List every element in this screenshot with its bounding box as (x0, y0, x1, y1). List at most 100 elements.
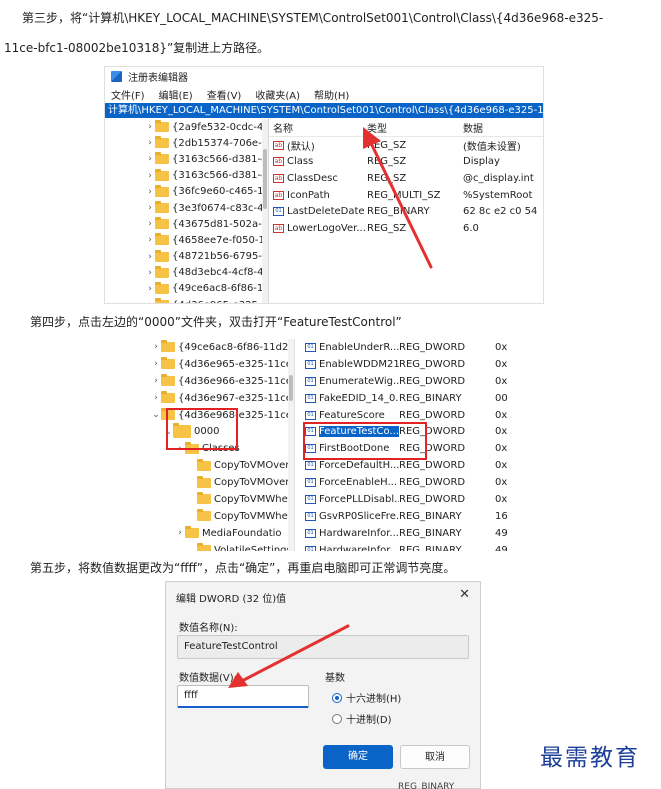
menu-favorites[interactable]: 收藏夹(A) (255, 87, 300, 102)
radio-decimal-dot[interactable] (332, 713, 342, 724)
chevron-right-icon[interactable]: › (145, 138, 155, 148)
value-type: REG_DWORD (399, 358, 466, 370)
chevron-right-icon[interactable]: › (145, 171, 155, 181)
folder-icon (155, 152, 169, 165)
value-name: EnableUnderR... (319, 341, 399, 353)
value-row[interactable]: 01 ForceEnableH... REG_DWORD 0x (303, 474, 511, 491)
tree-item[interactable]: › {4d36e965-e325-11ce- (145, 356, 294, 373)
tree-item[interactable]: › {4d36e966-e325-11ce- (145, 373, 294, 390)
radio-hex-dot[interactable] (332, 692, 342, 703)
chevron-right-icon[interactable]: › (145, 252, 155, 262)
folder-icon (197, 543, 211, 551)
tree-item[interactable]: CopyToVMWher (145, 508, 294, 525)
chevron-right-icon[interactable]: › (145, 154, 155, 164)
value-type: REG_DWORD (399, 341, 466, 353)
value-row[interactable]: 01 EnableUnderR... REG_DWORD 0x (303, 339, 511, 356)
cancel-button[interactable]: 取消 (400, 745, 470, 769)
tree-item[interactable]: › {49ce6ac8-6f86-11d2- (145, 339, 294, 356)
value-data: 0x (495, 477, 508, 489)
value-type: REG_DWORD (399, 477, 466, 489)
value-data: 0x (495, 493, 508, 505)
folder-icon (155, 184, 169, 197)
value-type: REG_BINARY (399, 510, 462, 522)
tree-item[interactable]: › {2a9fe532-0cdc-44f (105, 119, 268, 135)
chevron-right-icon[interactable]: › (175, 528, 185, 538)
address-bar[interactable]: 计算机\HKEY_LOCAL_MACHINE\SYSTEM\ControlSet… (105, 103, 543, 118)
value-row[interactable]: 01 ForcePLLDisabl... REG_DWORD 0x (303, 491, 511, 508)
chevron-right-icon[interactable]: › (145, 268, 155, 278)
chevron-right-icon[interactable]: › (145, 122, 155, 132)
ok-button[interactable]: 确定 (323, 745, 393, 769)
value-data: 0x (495, 341, 508, 353)
tree-item[interactable]: › {4d36e965-e325-11 (105, 297, 268, 303)
string-value-icon: ab (273, 190, 284, 200)
tree-item[interactable]: › {4d36e967-e325-11ce- (145, 390, 294, 407)
radio-hex-label: 十六进制(H) (346, 694, 402, 705)
menu-view[interactable]: 查看(V) (207, 87, 242, 102)
radio-decimal[interactable]: 十进制(D) (332, 711, 392, 726)
tree-scrollbar[interactable] (262, 119, 268, 303)
chevron-right-icon[interactable]: › (145, 203, 155, 213)
chevron-right-icon[interactable]: › (145, 284, 155, 294)
tree-item[interactable]: › MediaFoundatio (145, 525, 294, 542)
tree-item-label: {43675d81-502a-4a (172, 218, 269, 230)
tree-item[interactable]: CopyToVMOver (145, 457, 294, 474)
value-data: 0x (495, 375, 508, 387)
tree-item[interactable]: › {2db15374-706e-41 (105, 135, 268, 151)
step4-text: 第四步，点击左边的“0000”文件夹，双击打开“FeatureTestContr… (30, 315, 402, 329)
menu-help[interactable]: 帮助(H) (314, 87, 349, 102)
value-row[interactable]: 01 EnableWDDM21 REG_DWORD 0x (303, 356, 511, 373)
value-row[interactable]: 01 FeatureScore REG_DWORD 0x (303, 407, 511, 424)
chevron-right-icon[interactable]: › (145, 235, 155, 245)
tree-item[interactable]: › {4658ee7e-f050-11c (105, 232, 268, 248)
value-name: Class (287, 156, 314, 168)
chevron-right-icon[interactable]: › (151, 376, 161, 386)
tree-item-label: {2db15374-706e-41 (172, 137, 269, 149)
value-row[interactable]: 01 EnumerateWig... REG_DWORD 0x (303, 373, 511, 390)
tree-item[interactable]: › {43675d81-502a-4a (105, 216, 268, 232)
folder-icon (197, 475, 211, 488)
tree-item[interactable]: › {3163c566-d381-44 (105, 168, 268, 184)
value-row[interactable]: 01 FakeEDID_14_0... REG_BINARY 00 (303, 390, 511, 407)
close-icon[interactable]: ✕ (459, 587, 470, 602)
value-row[interactable]: 01 HardwareInfor... REG_BINARY 49 (303, 542, 511, 551)
tree-scrollbar[interactable] (288, 339, 294, 551)
value-type: REG_DWORD (399, 460, 466, 472)
value-row[interactable]: 01 GsvRP0SliceFre... REG_BINARY 16 (303, 508, 511, 525)
folder-icon (155, 233, 169, 246)
value-type: REG_BINARY (399, 527, 462, 539)
chevron-right-icon[interactable]: › (145, 219, 155, 229)
tree-item[interactable]: › {49ce6ac8-6f86-11c (105, 281, 268, 297)
tree-item[interactable]: CopyToVMWher (145, 491, 294, 508)
menu-file[interactable]: 文件(F) (111, 87, 145, 102)
tree-item-label: {4d36e966-e325-11ce- (178, 375, 295, 387)
tree-item[interactable]: › {48721b56-6795-11 (105, 249, 268, 265)
chevron-right-icon[interactable]: › (145, 187, 155, 197)
chevron-down-icon[interactable]: ⌄ (151, 410, 161, 420)
chevron-right-icon[interactable]: › (151, 393, 161, 403)
value-name: HardwareInfor... (319, 544, 399, 551)
string-value-icon: ab (273, 173, 284, 183)
value-name: GsvRP0SliceFre... (319, 510, 399, 522)
chevron-right-icon[interactable]: › (145, 300, 155, 303)
column-data[interactable]: 数据 (463, 120, 543, 135)
value-type: REG_BINARY (399, 544, 462, 551)
step3-text-cont: 11ce-bfc1-08002be10318}”复制进上方路径。 (4, 37, 269, 59)
value-row[interactable]: 01 HardwareInfor... REG_BINARY 49 (303, 525, 511, 542)
tree-item[interactable]: VolatileSettings (145, 542, 294, 551)
chevron-right-icon[interactable]: › (151, 342, 161, 352)
value-data: 49 (495, 527, 508, 539)
column-name[interactable]: 名称 (269, 120, 367, 135)
chevron-right-icon[interactable]: › (151, 359, 161, 369)
folder-icon (155, 136, 169, 149)
registry-subtree-screenshot: › {49ce6ac8-6f86-11d2- › {4d36e965-e325-11c… (145, 339, 511, 551)
folder-icon (155, 217, 169, 230)
tree-item[interactable]: › {36fc9e60-c465-11c (105, 184, 268, 200)
dword-value-icon: 01 (305, 359, 316, 369)
tree-item[interactable]: CopyToVMOver (145, 474, 294, 491)
tree-item[interactable]: › {3163c566-d381-44 (105, 151, 268, 167)
tree-item[interactable]: › {48d3ebc4-4cf8-48 (105, 265, 268, 281)
menu-edit[interactable]: 编辑(E) (159, 87, 193, 102)
dword-value-icon: 01 (305, 410, 316, 420)
tree-item[interactable]: › {3e3f0674-c83c-455 (105, 200, 268, 216)
